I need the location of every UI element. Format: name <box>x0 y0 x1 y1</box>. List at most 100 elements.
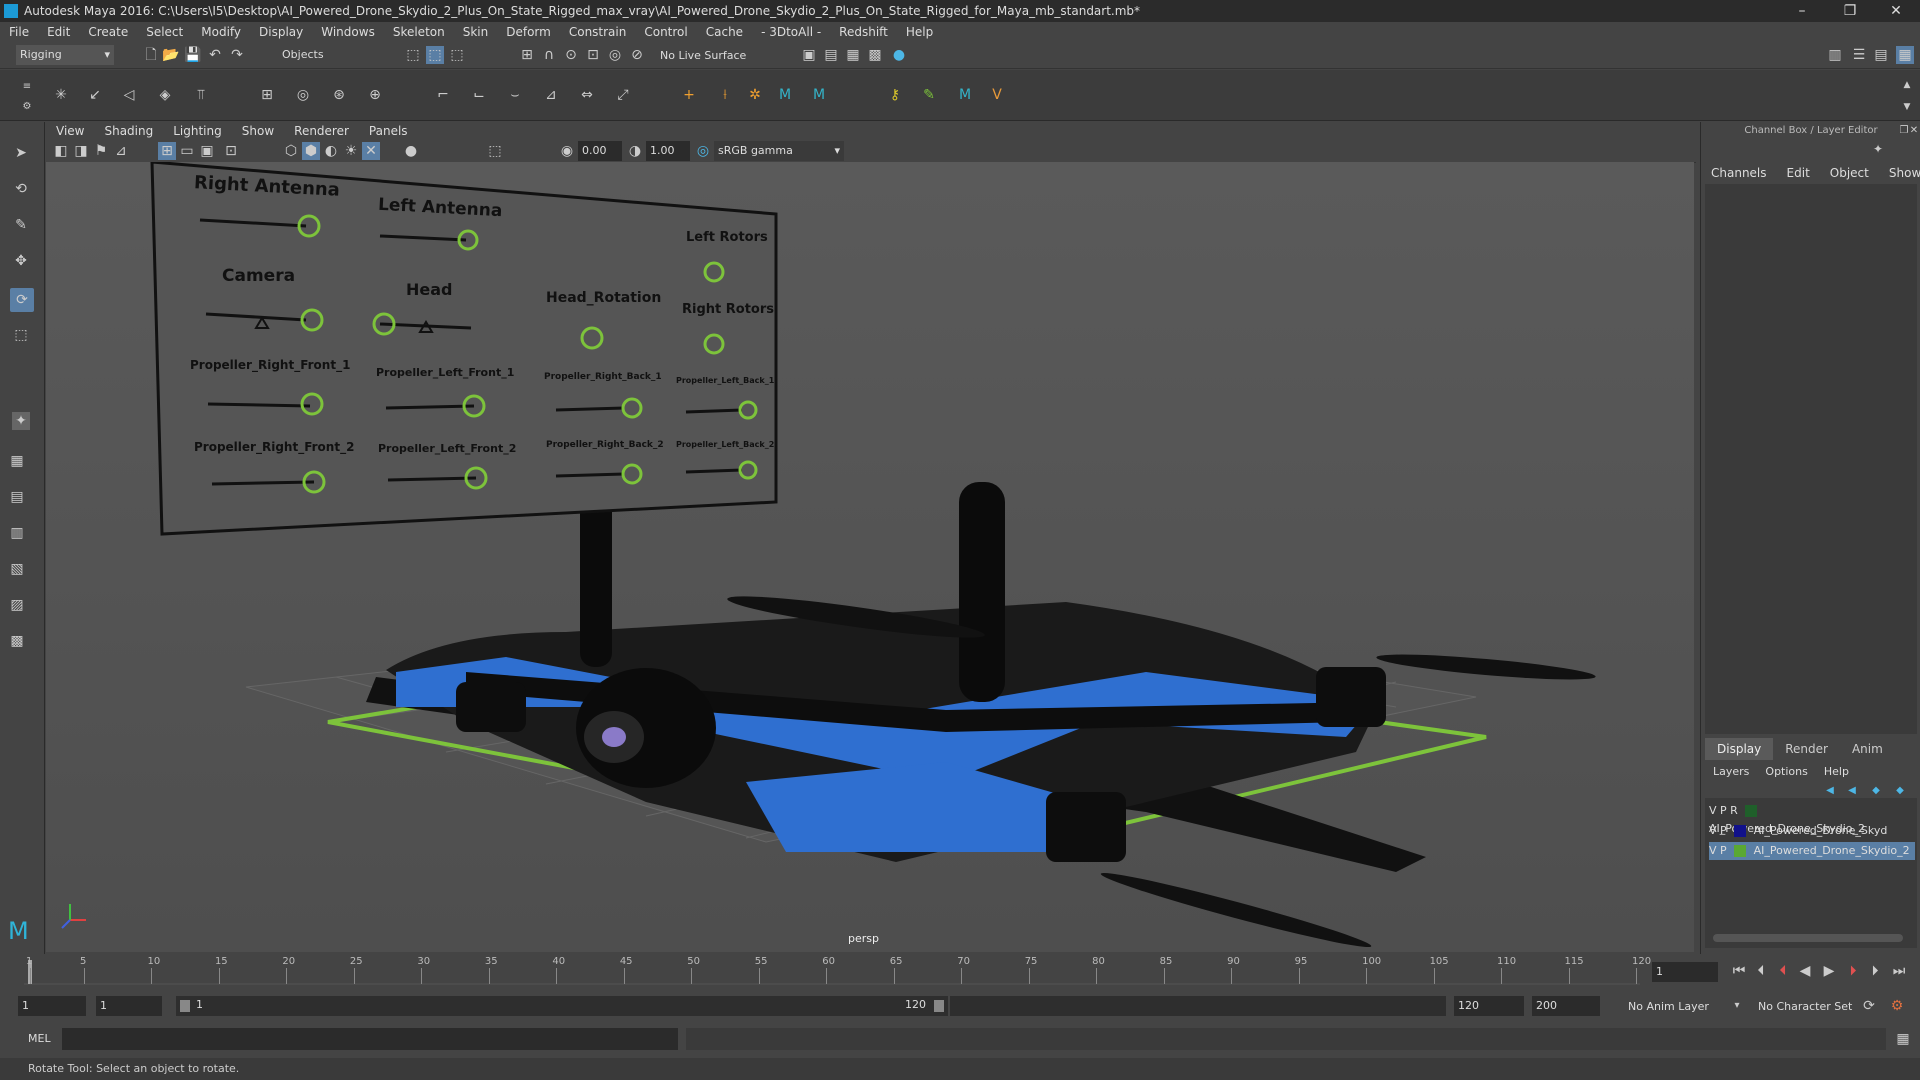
film-gate-icon[interactable]: ▭ <box>178 142 196 160</box>
panel-menu-show[interactable]: Show <box>242 124 274 138</box>
menu-redshift[interactable]: Redshift <box>839 25 888 39</box>
layer-color-swatch[interactable] <box>1745 805 1758 817</box>
preferences-icon[interactable]: ⚙ <box>1888 997 1906 1015</box>
menu-help[interactable]: Help <box>906 25 933 39</box>
bookmark-icon[interactable]: ⚑ <box>92 142 110 160</box>
pole-constraint-icon[interactable]: ⤢ <box>614 86 632 104</box>
time-slider[interactable]: 1 5 10 15 20 25 30 35 40 45 50 55 60 65 70 75 80 85 90 95 10… <box>0 954 1920 990</box>
current-frame-field[interactable]: 1 <box>1652 962 1718 982</box>
paint-select-icon[interactable]: ✎ <box>12 216 30 234</box>
anim-end-field[interactable]: 200 <box>1532 996 1600 1016</box>
menu-skeleton[interactable]: Skeleton <box>393 25 445 39</box>
resolution-gate-icon[interactable]: ▣ <box>198 142 216 160</box>
layout-four-icon[interactable]: ▤ <box>8 488 26 506</box>
set-driven-key-icon[interactable]: ✎ <box>920 86 938 104</box>
live-surface-label[interactable]: No Live Surface <box>660 49 746 62</box>
scale-tool-icon[interactable]: ⬚ <box>12 326 30 344</box>
menu-cache[interactable]: Cache <box>706 25 743 39</box>
orient-constraint-icon[interactable]: ⟊ <box>716 86 734 104</box>
grid-toggle-icon[interactable]: ⊞ <box>158 142 176 160</box>
exposure-icon[interactable]: ◉ <box>558 142 576 160</box>
rigid-bind-icon[interactable]: ⌙ <box>470 86 488 104</box>
go-to-start-icon[interactable]: ⏮ <box>1730 962 1748 980</box>
cb-menu-show[interactable]: Show <box>1889 162 1920 184</box>
panel-menu-renderer[interactable]: Renderer <box>294 124 349 138</box>
rotate-tool-icon[interactable]: ⟳ <box>10 288 34 312</box>
anim-layer-dropdown[interactable]: No Anim Layer <box>1628 1000 1709 1013</box>
tool-settings-icon[interactable]: ▤ <box>1872 46 1890 64</box>
camera-attributes-icon[interactable]: ◨ <box>72 142 90 160</box>
panel-menu-lighting[interactable]: Lighting <box>173 124 222 138</box>
wrap-icon[interactable]: ⊛ <box>330 86 348 104</box>
render-frame-icon[interactable]: ▤ <box>822 46 840 64</box>
layout-outliner-icon[interactable]: ▧ <box>8 560 26 578</box>
snap-grid-icon[interactable]: ⊞ <box>518 46 536 64</box>
insert-joint-icon[interactable]: ◈ <box>156 86 174 104</box>
open-scene-icon[interactable]: 📂 <box>162 46 180 64</box>
exposure-field[interactable]: 0.00 <box>578 141 622 161</box>
ik-spline-icon[interactable]: ◁ <box>120 86 138 104</box>
range-slider-start-handle[interactable] <box>180 1000 190 1012</box>
menu-select[interactable]: Select <box>146 25 183 39</box>
bind-skin-icon[interactable]: ⌐ <box>434 86 452 104</box>
snap-surface-icon[interactable]: ◎ <box>606 46 624 64</box>
safe-action-icon[interactable]: ⊡ <box>222 142 240 160</box>
menu-windows[interactable]: Windows <box>321 25 375 39</box>
panel-menu-view[interactable]: View <box>56 124 84 138</box>
menu-skin[interactable]: Skin <box>463 25 489 39</box>
layer-flags[interactable]: V P <box>1709 824 1727 837</box>
smooth-shade-icon[interactable]: ⬢ <box>302 142 320 160</box>
ambient-occlusion-icon[interactable]: ● <box>402 142 420 160</box>
layer-color-swatch[interactable] <box>1734 825 1747 837</box>
menu-edit[interactable]: Edit <box>47 25 70 39</box>
tab-render[interactable]: Render <box>1773 738 1840 760</box>
shelf-scroll-down-icon[interactable]: ▼ <box>1898 98 1916 116</box>
color-management-icon[interactable]: ◎ <box>694 142 712 160</box>
blend-shape-icon[interactable]: V <box>988 86 1006 104</box>
textured-icon[interactable]: ◐ <box>322 142 340 160</box>
mocap-icon[interactable]: M <box>956 86 974 104</box>
script-language-toggle[interactable]: MEL <box>28 1032 51 1045</box>
new-scene-icon[interactable]: 🗋 <box>142 46 160 64</box>
selection-mask-dropdown[interactable]: Objects <box>278 45 378 65</box>
shelf-settings-icon[interactable]: ⚙ <box>18 98 36 116</box>
gamma-icon[interactable]: ◑ <box>626 142 644 160</box>
mode-selector[interactable]: Rigging ▾ <box>16 45 114 65</box>
menu-file[interactable]: File <box>9 25 29 39</box>
channel-box-mode-icon[interactable]: ✦ <box>1869 140 1887 158</box>
panel-menu-panels[interactable]: Panels <box>369 124 408 138</box>
select-component-icon[interactable]: ⬚ <box>448 46 466 64</box>
camera-select-icon[interactable]: ◧ <box>52 142 70 160</box>
detach-skin-icon[interactable]: ⊿ <box>542 86 560 104</box>
menu-3dtoall[interactable]: - 3DtoAll - <box>761 25 821 39</box>
playback-end-field[interactable]: 120 <box>1454 996 1524 1016</box>
panel-menu-shading[interactable]: Shading <box>104 124 153 138</box>
shelf-menu-icon[interactable]: ≡ <box>18 78 36 96</box>
menu-constrain[interactable]: Constrain <box>569 25 627 39</box>
layout-single-icon[interactable]: ▦ <box>8 452 26 470</box>
cb-menu-edit[interactable]: Edit <box>1787 162 1810 184</box>
save-scene-icon[interactable]: 💾 <box>184 46 202 64</box>
modeling-toolkit-icon[interactable]: ▥ <box>1826 46 1844 64</box>
menu-modify[interactable]: Modify <box>201 25 241 39</box>
step-forward-key-icon[interactable]: ⏵ <box>1844 962 1862 980</box>
anim-start-field[interactable]: 1 <box>18 996 86 1016</box>
render-view-icon[interactable]: ▣ <box>800 46 818 64</box>
select-hierarchy-icon[interactable]: ⬚ <box>404 46 422 64</box>
mirror-joint-icon[interactable]: ⫪ <box>192 86 210 104</box>
menu-display[interactable]: Display <box>259 25 303 39</box>
humanik-control-icon[interactable]: M <box>810 86 828 104</box>
command-input[interactable] <box>62 1028 678 1050</box>
channel-box-toggle-icon[interactable]: ▦ <box>1896 46 1914 64</box>
layer-menu-help[interactable]: Help <box>1824 762 1849 782</box>
cb-menu-channels[interactable]: Channels <box>1711 162 1767 184</box>
xray-icon[interactable]: ✕ <box>362 142 380 160</box>
step-back-key-icon[interactable]: ⏴ <box>1774 962 1792 980</box>
layer-row[interactable]: V P AI_Powered_Drone_Skydio_2 <box>1709 842 1915 860</box>
attribute-editor-icon[interactable]: ☰ <box>1850 46 1868 64</box>
step-back-icon[interactable]: ⏴ <box>1752 962 1770 980</box>
image-plane-icon[interactable]: ⊿ <box>112 142 130 160</box>
menu-control[interactable]: Control <box>644 25 687 39</box>
select-tool-icon[interactable]: ➤ <box>12 144 30 162</box>
go-to-end-icon[interactable]: ⏭ <box>1890 962 1908 980</box>
